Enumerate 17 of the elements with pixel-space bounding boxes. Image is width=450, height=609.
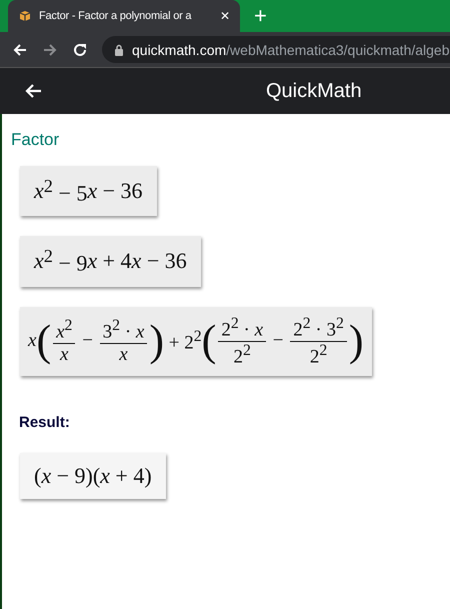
cube-icon (18, 9, 32, 23)
app-title: QuickMath (266, 80, 362, 102)
browser-tab[interactable]: Factor - Factor a polynomial or a ✕ (8, 0, 240, 32)
page-heading: Factor (11, 130, 60, 150)
tab-title: Factor - Factor a polynomial or a (39, 10, 192, 22)
lock-icon (114, 44, 124, 56)
math-expression: x$^{2}$ − 9x + 4x − 36 (20, 236, 201, 287)
close-icon[interactable]: ✕ (220, 9, 230, 23)
back-arrow-icon[interactable] (24, 83, 42, 99)
result-expression: (x − 9)(x + 4) (20, 453, 166, 500)
forward-icon[interactable] (42, 42, 58, 58)
new-tab-button[interactable]: + (254, 4, 267, 28)
address-field[interactable]: quickmath.com/webMathematica3/quickmath/algeb (102, 36, 450, 63)
reload-icon[interactable] (72, 42, 88, 58)
result-label: Result: (19, 414, 70, 432)
math-expression: x$^{2}$ − 5x − 36 (20, 166, 157, 216)
back-icon[interactable] (12, 42, 28, 58)
